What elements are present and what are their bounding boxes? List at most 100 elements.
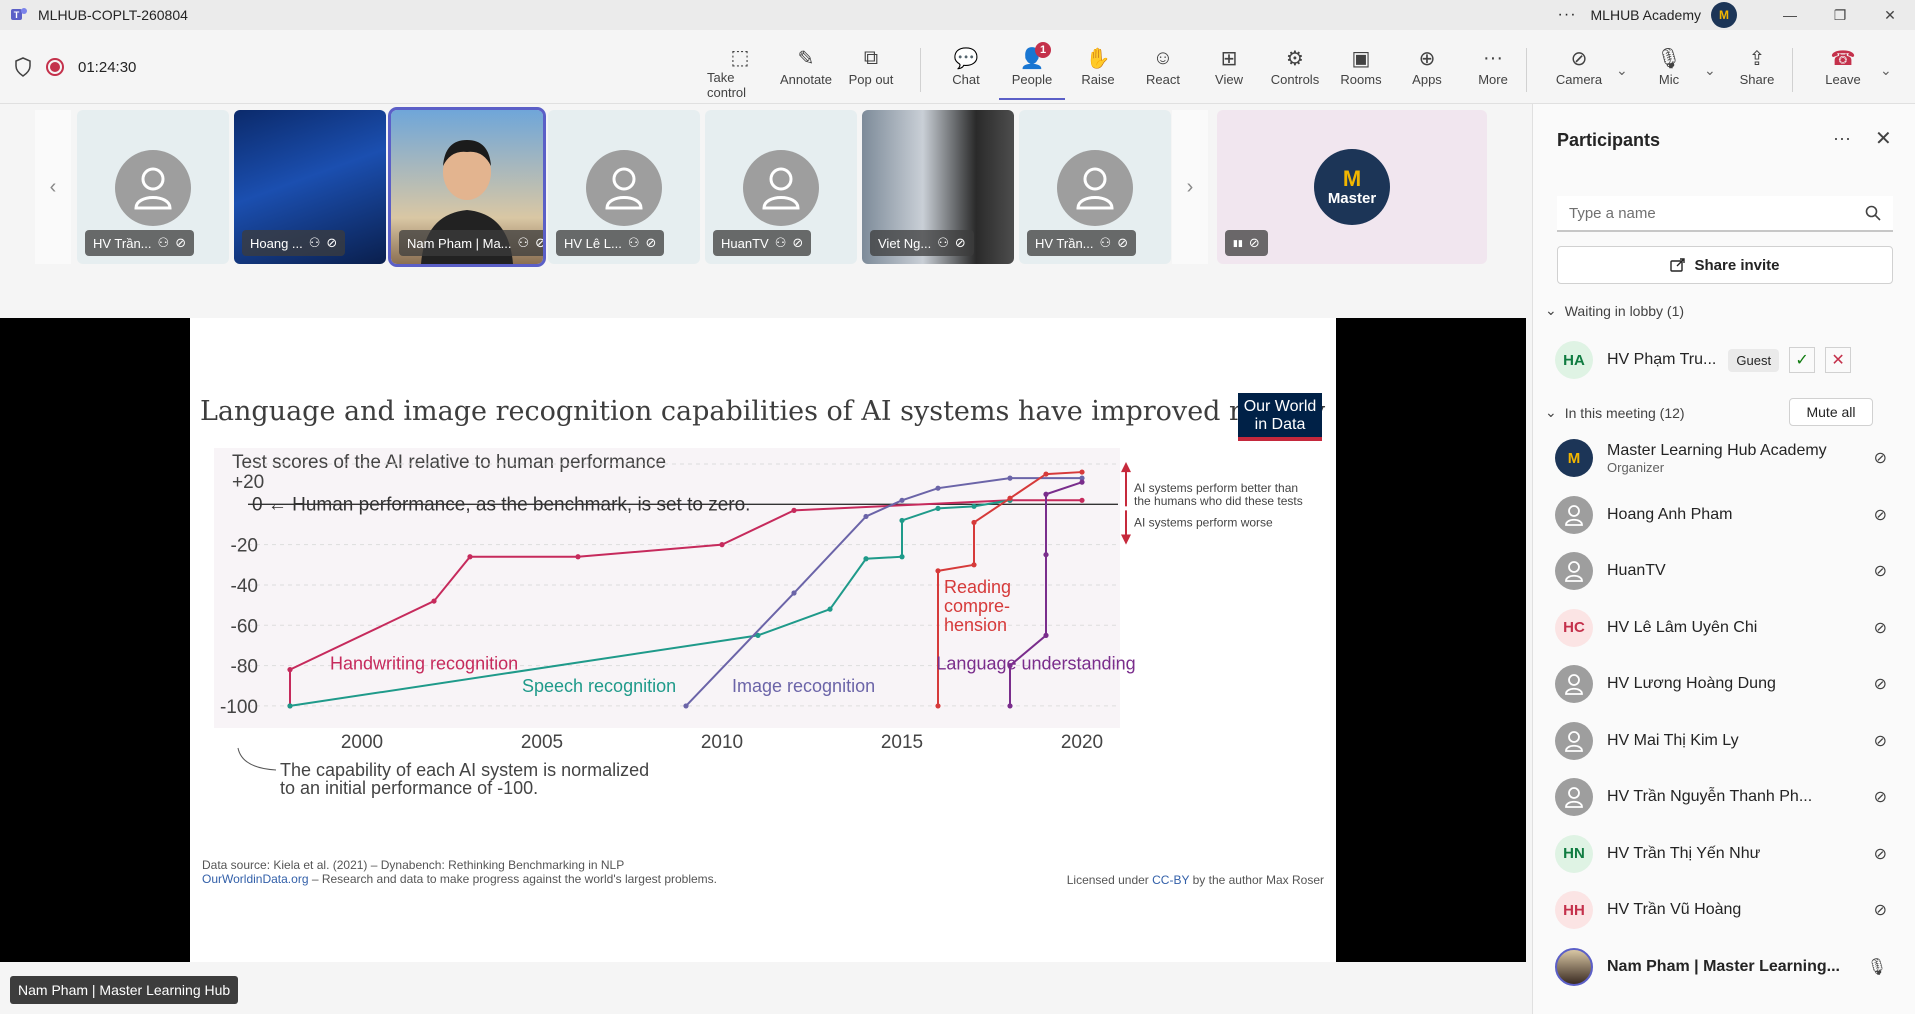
y-tick-label: -40 bbox=[231, 576, 258, 597]
participant-video-tile[interactable]: HV Trần... ⚇ ⊘ bbox=[1019, 110, 1171, 264]
participant-row[interactable]: HN HV Trần Thị Yến Như ⊘ bbox=[1555, 830, 1895, 878]
chat-button[interactable]: 💬 Chat bbox=[933, 44, 999, 100]
mic-muted-icon[interactable]: ⊘ bbox=[1874, 448, 1887, 468]
rooms-button[interactable]: ▣ Rooms bbox=[1328, 44, 1394, 100]
participant-role: Organizer bbox=[1607, 459, 1665, 475]
participant-name-label: HV Trần... ⚇ ⊘ bbox=[85, 230, 195, 256]
mic-muted-icon[interactable]: ⊘ bbox=[1874, 618, 1887, 638]
data-point bbox=[971, 519, 977, 526]
participants-panel: Participants ··· ✕ Type a name Share inv… bbox=[1532, 104, 1915, 1014]
data-point bbox=[719, 542, 725, 548]
participant-video-tile[interactable]: M Master ▮▮ ⊘ bbox=[1217, 110, 1487, 264]
participant-row[interactable]: HH HV Trần Vũ Hoàng ⊘ bbox=[1555, 886, 1895, 934]
camera-button[interactable]: ⊘ Camera bbox=[1546, 44, 1612, 100]
license-link[interactable]: CC-BY bbox=[1152, 873, 1189, 887]
people-button[interactable]: 👤 1 People bbox=[999, 42, 1065, 100]
meeting-timer: 01:24:30 bbox=[78, 58, 137, 76]
x-tick-label: 2020 bbox=[1061, 732, 1103, 753]
participant-name: Viet Ng... bbox=[878, 235, 932, 251]
participant-row[interactable]: Nam Pham | Master Learning... 🎙 bbox=[1555, 943, 1895, 991]
data-point bbox=[791, 590, 797, 596]
participant-search-input[interactable]: Type a name bbox=[1557, 196, 1893, 232]
mic-muted-icon[interactable]: ⊘ bbox=[1874, 731, 1887, 751]
apps-button[interactable]: ⊕ Apps bbox=[1394, 44, 1460, 100]
more-options-icon[interactable]: ··· bbox=[1558, 6, 1577, 24]
data-point bbox=[971, 503, 977, 509]
lobby-section-header[interactable]: ⌄ Waiting in lobby (1) bbox=[1545, 302, 1684, 319]
participant-row[interactable]: HV Lương Hoàng Dung ⊘ bbox=[1555, 660, 1895, 708]
share-invite-button[interactable]: Share invite bbox=[1557, 246, 1893, 284]
lobby-label: Waiting in lobby (1) bbox=[1564, 302, 1685, 319]
participant-video-tile[interactable]: HuanTV ⚇ ⊘ bbox=[705, 110, 857, 264]
participant-row[interactable]: HV Mai Thị Kim Ly ⊘ bbox=[1555, 717, 1895, 765]
participant-name: HV Trần... bbox=[93, 235, 152, 251]
mic-button[interactable]: 🎙 Mic bbox=[1636, 44, 1702, 100]
take-control-button[interactable]: ⬚ Take control bbox=[707, 44, 773, 101]
mic-muted-icon[interactable]: ⊘ bbox=[1874, 900, 1887, 920]
participant-video-feed[interactable]: Hoang ... ⚇ ⊘ bbox=[234, 110, 386, 264]
participant-row[interactable]: M Master Learning Hub Academy Organizer ⊘ bbox=[1555, 434, 1895, 482]
deny-x-icon[interactable]: ✕ bbox=[1825, 347, 1852, 373]
owid-link[interactable]: OurWorldinData.org bbox=[202, 872, 309, 886]
participant-row[interactable]: HC HV Lê Lâm Uyên Chi ⊘ bbox=[1555, 604, 1895, 652]
guest-icon: ⚇ bbox=[1099, 235, 1112, 250]
panel-more-icon[interactable]: ··· bbox=[1833, 128, 1851, 149]
admit-check-icon[interactable]: ✓ bbox=[1789, 347, 1816, 373]
org-name[interactable]: MLHUB Academy bbox=[1591, 7, 1701, 23]
controls-button[interactable]: ⚙ Controls bbox=[1262, 44, 1328, 100]
participant-row[interactable]: HV Trần Nguyễn Thanh Ph... ⊘ bbox=[1555, 773, 1895, 821]
toolbar-button-label: Rooms bbox=[1340, 72, 1382, 87]
guest-badge: Guest bbox=[1728, 348, 1780, 372]
data-point bbox=[1043, 471, 1049, 477]
controls-icon: ⚙ bbox=[1286, 47, 1304, 70]
gallery-prev-arrow-icon[interactable]: ‹ bbox=[35, 110, 71, 264]
participant-row[interactable]: HuanTV ⊘ bbox=[1555, 547, 1895, 595]
close-window-button[interactable]: ✕ bbox=[1865, 0, 1915, 30]
data-point bbox=[1043, 491, 1049, 497]
leave-button[interactable]: ☎ Leave bbox=[1810, 44, 1876, 100]
participant-name-block: HV Lương Hoàng Dung bbox=[1607, 675, 1776, 693]
lobby-participant-row[interactable]: HA HV Phạm Tru... Guest ✓ ✕ bbox=[1555, 336, 1895, 384]
panel-close-icon[interactable]: ✕ bbox=[1875, 126, 1892, 151]
mic-muted-icon[interactable]: ⊘ bbox=[1874, 505, 1887, 525]
y-tick-label: -80 bbox=[231, 657, 258, 678]
participant-name: Master Learning Hub Academy bbox=[1607, 441, 1827, 459]
mic-muted-icon[interactable]: ⊘ bbox=[1874, 561, 1887, 581]
mic-icon[interactable]: 🎙 bbox=[1867, 957, 1887, 977]
mic-muted-icon[interactable]: ⊘ bbox=[1874, 787, 1887, 807]
raise-button[interactable]: ✋ Raise bbox=[1065, 44, 1131, 100]
participant-row[interactable]: Hoang Anh Pham ⊘ bbox=[1555, 491, 1895, 539]
participant-video-tile[interactable]: HV Trần... ⚇ ⊘ bbox=[77, 110, 229, 264]
view-button[interactable]: ⊞ View bbox=[1196, 44, 1262, 100]
share-button[interactable]: ⇪ Share bbox=[1724, 44, 1790, 100]
participant-video-tile[interactable]: HV Lê L... ⚇ ⊘ bbox=[548, 110, 700, 264]
person-icon bbox=[586, 150, 662, 226]
restore-button[interactable]: ❐ bbox=[1815, 0, 1865, 30]
org-avatar[interactable]: M bbox=[1711, 2, 1737, 28]
chevron-down-icon[interactable]: ⌄ bbox=[1616, 62, 1628, 79]
participant-name: HV Lê L... bbox=[564, 235, 622, 251]
react-button[interactable]: ☺ React bbox=[1130, 44, 1196, 100]
participant-name-label: Nam Pham | Ma... ⚇ ⊘ bbox=[399, 230, 543, 256]
mic-muted-icon[interactable]: ⊘ bbox=[1874, 844, 1887, 864]
shield-icon[interactable] bbox=[14, 57, 32, 77]
chevron-down-icon[interactable]: ⌄ bbox=[1704, 62, 1716, 79]
participant-name-block: HV Trần Thị Yến Như bbox=[1607, 845, 1760, 863]
data-point bbox=[287, 667, 293, 673]
minimize-button[interactable]: — bbox=[1765, 0, 1815, 30]
annotation-worse: AI systems perform worse bbox=[1134, 515, 1273, 529]
more-button[interactable]: ··· More bbox=[1460, 44, 1526, 100]
chevron-down-icon[interactable]: ⌄ bbox=[1880, 62, 1892, 79]
participant-video-tile[interactable]: Viet Ng... ⚇ ⊘ bbox=[862, 110, 1014, 264]
gallery-next-arrow-icon[interactable]: › bbox=[1172, 110, 1208, 264]
mic-muted-icon[interactable]: ⊘ bbox=[1874, 674, 1887, 694]
pop-out-button[interactable]: ⧉ Pop out bbox=[838, 44, 904, 100]
series-label: Speech recognition bbox=[522, 676, 676, 696]
chat-icon: 💬 bbox=[953, 47, 979, 70]
meeting-section-header[interactable]: ⌄ In this meeting (12) bbox=[1545, 404, 1685, 421]
mute-all-button[interactable]: Mute all bbox=[1789, 398, 1873, 426]
participant-video-tile[interactable]: Nam Pham | Ma... ⚇ ⊘ bbox=[388, 107, 546, 267]
annotate-button[interactable]: ✎ Annotate bbox=[773, 44, 839, 100]
participant-name-block: HV Trần Vũ Hoàng bbox=[1607, 901, 1741, 919]
pop-out-icon: ⧉ bbox=[863, 46, 879, 69]
